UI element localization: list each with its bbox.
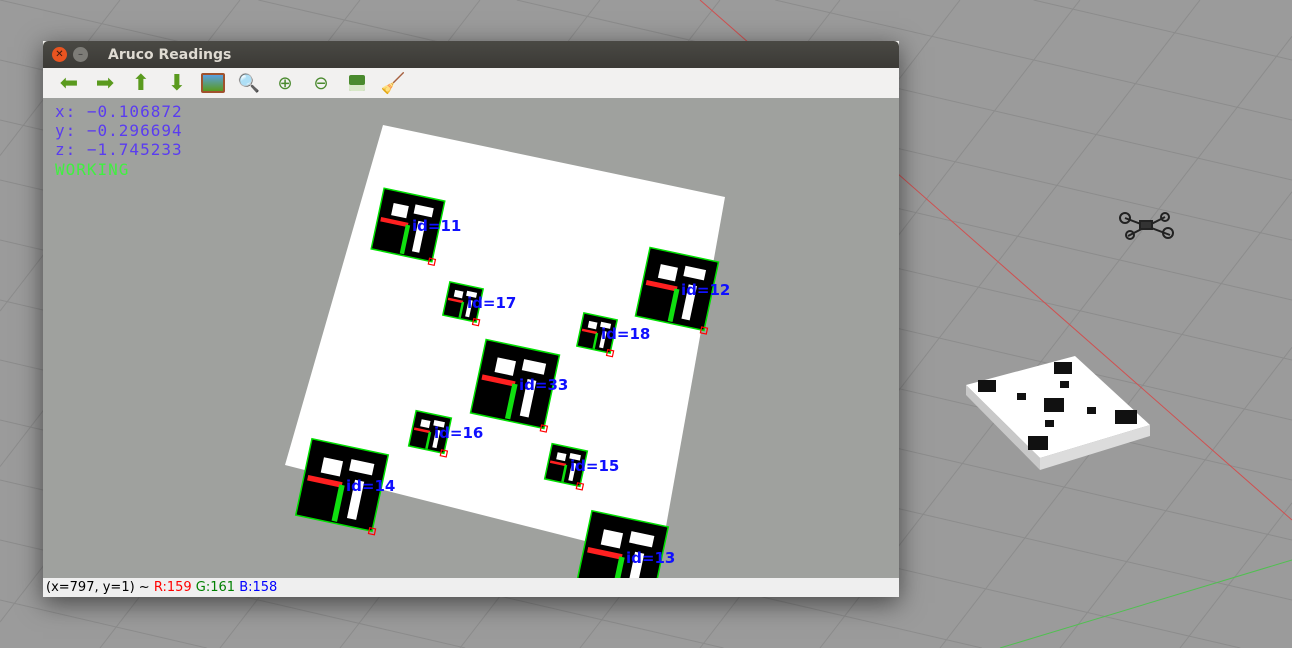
marker-id-label: id=18 [601,325,650,343]
z-readout: z: −1.745233 [55,140,183,159]
zoom-out-icon: ⊖ [313,72,329,94]
y-readout: y: −0.296694 [55,121,183,140]
minimize-button[interactable]: – [73,47,88,62]
properties-button[interactable]: 🧹 [375,69,411,97]
red-value: R:159 [153,580,192,595]
grid-line [1033,0,1292,61]
zoom-region-button[interactable]: 🔍 [231,69,267,97]
camera-image: id=11 id=12 id=17 id=18 id=33 id=16 id=1… [285,125,730,578]
pan-left-button[interactable]: ⬅ [51,69,87,97]
zoom-fit-button[interactable] [195,69,231,97]
grid-line [1179,502,1292,648]
image-view[interactable]: id=11 id=12 id=17 id=18 id=33 id=16 id=1… [43,98,899,578]
save-button[interactable] [339,69,375,97]
pan-right-button[interactable]: ➡ [87,69,123,97]
arrow-left-icon: ⬅ [59,70,79,96]
arrow-right-icon: ➡ [95,70,115,96]
marker-id-label: id=11 [412,217,461,235]
marker-id-label: id=33 [519,376,568,394]
brush-icon: 🧹 [380,71,406,95]
green-value: G:161 [195,580,236,595]
pan-down-button[interactable]: ⬇ [159,69,195,97]
blue-value: B:158 [239,580,278,595]
arrow-up-icon: ⬆ [131,70,151,96]
y-axis-line [999,559,1292,648]
close-button[interactable]: ✕ [52,47,67,62]
zoom-in-button[interactable]: ⊕ [267,69,303,97]
drone [1119,212,1174,240]
image-icon [201,73,225,93]
arrow-down-icon: ⬇ [167,70,187,96]
pixel-coords: (x=797, y=1) ~ [46,580,154,595]
window-title: Aruco Readings [108,46,232,63]
zoom-in-icon: ⊕ [277,72,293,94]
pan-up-button[interactable]: ⬆ [123,69,159,97]
marker-id-label: id=15 [570,457,619,475]
zoom-out-button[interactable]: ⊖ [303,69,339,97]
marker-platform [966,356,1150,470]
grid-line [0,599,207,648]
x-readout: x: −0.106872 [55,102,183,121]
marker-id-label: id=14 [346,477,395,495]
marker-id-label: id=16 [434,424,483,442]
aruco-readings-window: ✕ – Aruco Readings ⬅ ➡ ⬆ ⬇ 🔍 ⊕ ⊖ 🧹 id=11… [43,41,899,597]
marker-id-label: id=13 [626,549,675,567]
status-bar: (x=797, y=1) ~ R:159 G:161 B:158 [43,578,899,597]
save-icon [349,75,365,91]
marker-id-label: id=12 [681,281,730,299]
title-bar[interactable]: ✕ – Aruco Readings [43,41,899,68]
status-working: WORKING [55,160,130,179]
toolbar: ⬅ ➡ ⬆ ⬇ 🔍 ⊕ ⊖ 🧹 [43,68,899,98]
zoom-image-icon: 🔍 [237,72,261,94]
marker-id-label: id=17 [467,294,516,312]
